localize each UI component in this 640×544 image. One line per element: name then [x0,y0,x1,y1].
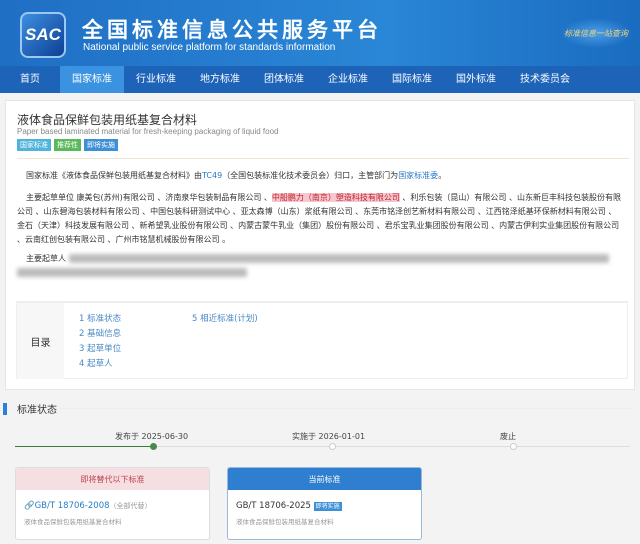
timeline-dot [510,443,517,450]
intro-prefix: 国家标准《液体食品保鲜包装用纸基复合材料》由 [26,171,202,180]
toc-item-basic-info[interactable]: 2 基础信息 [79,327,121,339]
toc-item-drafting-units[interactable]: 3 起草单位 [79,342,121,354]
site-subtitle: National public service platform for sta… [83,42,336,53]
divider [17,158,629,159]
step-abolished: 废止 [500,432,516,441]
nav-home[interactable]: 首页 [0,66,60,93]
site-header: SAC 全国标准信息公共服务平台 National public service… [0,0,640,66]
timeline-dot [329,443,336,450]
blurred-names [68,254,609,263]
table-of-contents: 目录 1 标准状态 2 基础信息 3 起草单位 4 起草人 5 相近标准(计划) [16,301,628,379]
site-title: 全国标准信息公共服务平台 [82,18,382,42]
nav-technical-committee[interactable]: 技术委员会 [508,66,582,93]
tag-national: 国家标准 [17,139,51,151]
blurred-names [17,268,247,277]
drafters: 主要起草人 [17,252,609,280]
toc-item-drafters[interactable]: 4 起草人 [79,357,113,369]
drafting-units: 主要起草单位 康美包(苏州)有限公司 、济南泉华包装制品有限公司 、中船鹏力（南… [17,191,622,247]
sac-logo[interactable]: SAC [20,12,66,58]
nav-international-standards[interactable]: 国际标准 [380,66,444,93]
drafting-label: 主要起草单位 [26,193,74,202]
step-published: 发布于 2025-06-30 [115,432,189,441]
tag-upcoming: 即将实施 [84,139,118,151]
nav-local-standards[interactable]: 地方标准 [188,66,252,93]
nav-enterprise-standards[interactable]: 企业标准 [316,66,380,93]
replace-note: （全部代替） [109,502,152,510]
replaced-header: 即将替代以下标准 [16,468,209,490]
replaced-name: 液体食品保鲜包装用纸基复合材料 [24,518,122,526]
nav-national-standards[interactable]: 国家标准 [60,66,124,93]
current-header: 当前标准 [228,468,421,490]
tag-recommended: 推荐性 [54,139,81,151]
current-standard-card: 当前标准 GB/T 18706-2025 即将实施 液体食品保鲜包装用纸基复合材… [227,467,422,540]
toc-label: 目录 [17,303,64,379]
standard-title: 液体食品保鲜包装用纸基复合材料 [17,113,198,127]
drafting-units-a: 康美包(苏州)有限公司 、济南泉华包装制品有限公司 、 [74,193,272,202]
nav-foreign-standards[interactable]: 国外标准 [444,66,508,93]
standard-title-en: Paper based laminated material for fresh… [17,127,279,136]
highlighted-unit: 中船鹏力（南京）塑造科技有限公司 [271,193,400,202]
dept-link[interactable]: 国家标准委 [398,171,438,180]
drafters-label: 主要起草人 [26,254,66,263]
timeline-dot [150,443,157,450]
slogan-graphic: 标准信息一站查询 [560,18,632,48]
link-icon: 🔗 [24,501,35,511]
intro-text: 国家标准《液体食品保鲜包装用纸基复合材料》由TC49（全国包装标准化技术委员会）… [26,169,446,183]
section-header-status: 标准状态 [3,401,57,416]
intro-suffix: 。 [438,171,447,180]
replaced-standard-card: 即将替代以下标准 🔗GB/T 18706-2008（全部代替） 液体食品保鲜包装… [15,467,210,540]
status-timeline [15,443,630,450]
toc-item-status[interactable]: 1 标准状态 [79,312,121,324]
nav-group-standards[interactable]: 团体标准 [252,66,316,93]
current-name: 液体食品保鲜包装用纸基复合材料 [236,518,334,526]
nav-industry-standards[interactable]: 行业标准 [124,66,188,93]
section-title: 标准状态 [17,405,57,416]
current-badge: 即将实施 [313,502,342,511]
standard-detail-card: 液体食品保鲜包装用纸基复合材料 Paper based laminated ma… [5,100,635,390]
step-effective: 实施于 2026-01-01 [292,432,366,441]
current-code: GB/T 18706-2025 [236,501,311,511]
tc-link[interactable]: TC49 [202,171,222,180]
main-nav: 首页 国家标准 行业标准 地方标准 团体标准 企业标准 国际标准 国外标准 技术… [0,66,640,93]
intro-mid: （全国包装标准化技术委员会）归口，主管部门为 [222,171,399,180]
toc-item-similar[interactable]: 5 相近标准(计划) [192,312,258,324]
replaced-code-link[interactable]: GB/T 18706-2008 [35,501,110,511]
